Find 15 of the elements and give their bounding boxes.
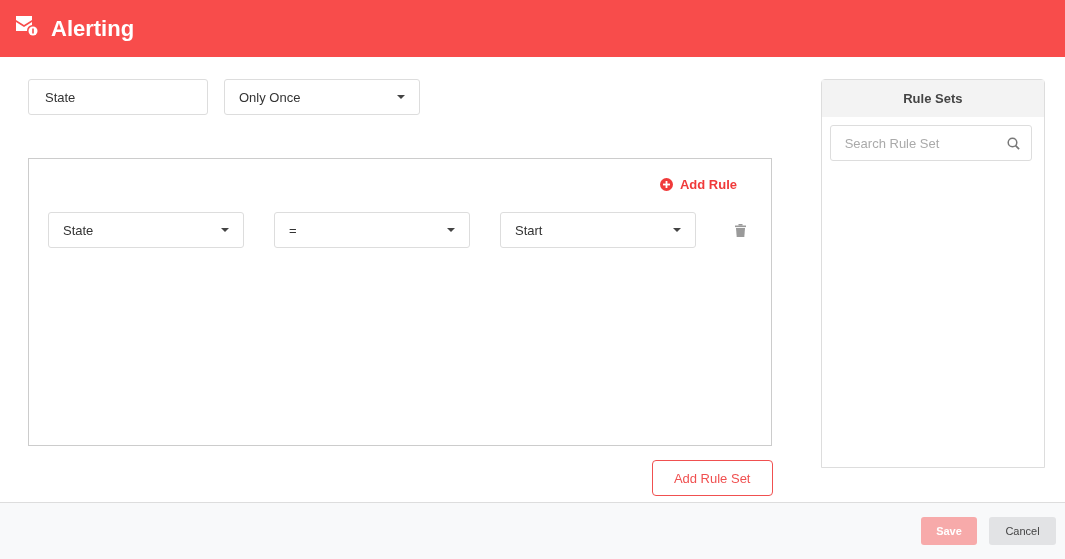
plus-icon <box>659 178 673 191</box>
cancel-button[interactable]: Cancel <box>989 517 1056 545</box>
search-icon <box>1007 137 1020 150</box>
panel-header: Rule Sets <box>821 80 1044 117</box>
add-rule-button[interactable]: Add Rule <box>659 177 737 192</box>
name-field[interactable]: State <box>28 79 208 115</box>
search-field[interactable]: Search Rule Set <box>829 125 1032 161</box>
mail-alert-icon <box>16 15 38 36</box>
add-rule-set-button[interactable]: Add Rule Set <box>651 460 773 496</box>
operator-dropdown[interactable]: = <box>274 212 470 248</box>
trash-icon[interactable] <box>735 223 746 237</box>
value-dropdown[interactable]: Start <box>500 212 696 248</box>
field-dropdown[interactable]: State <box>48 212 244 248</box>
page-title: Alerting <box>51 15 135 42</box>
frequency-dropdown[interactable]: Only Once <box>224 79 420 115</box>
